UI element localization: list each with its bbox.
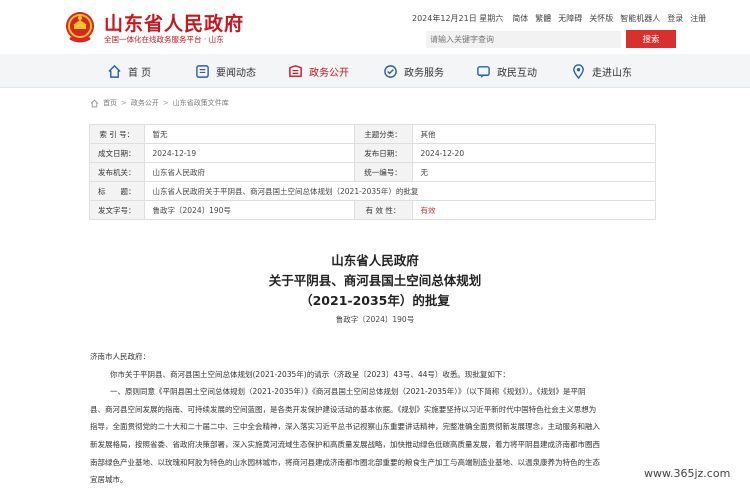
breadcrumb-separator: > xyxy=(162,99,169,107)
doc-number: 鲁政字〔2024〕190号 xyxy=(335,315,415,324)
paragraph-2-line-5: 南部绿色产业基地、以玫瑰和阿胶为特色的山水园林城市，将商河县建成济南都市圈北部重… xyxy=(90,457,600,467)
topic-value: 其他 xyxy=(411,124,656,144)
written-date-label: 成文日期： xyxy=(89,143,145,163)
unified-no-value: 无 xyxy=(411,162,656,182)
main-nav: 首 页 要闻动态 政务公开 政务服务 政民互动 走进山东 xyxy=(0,54,750,88)
link-traditional[interactable]: 繁體 xyxy=(535,13,551,24)
service-icon xyxy=(384,64,397,78)
validity-value: 有效 xyxy=(411,200,656,220)
table-row: 标 题： 山东省人民政府关于平阴县、商河县国土空间总体规划（2021-2035年… xyxy=(89,181,656,201)
nav-item-shandong[interactable]: 走进山东 xyxy=(571,54,632,88)
site-header: 山东省人民政府 全国一体化在线政务服务平台 · 山东 2024年12月21日 星… xyxy=(0,0,750,54)
link-simplified[interactable]: 简体 xyxy=(512,13,528,24)
breadcrumb-separator: > xyxy=(121,99,127,107)
unified-no-label: 统一编号： xyxy=(353,162,413,182)
nav-label: 要闻动态 xyxy=(216,67,256,79)
national-emblem-icon[interactable] xyxy=(64,10,96,44)
table-row: 发布机关： 山东省人民政府 统一编号： 无 xyxy=(89,162,656,182)
paragraph-2-line-4: 新发展格局，按照省委、省政府决策部署，深入实施黄河流域生态保护和高质量发展战略，… xyxy=(90,439,600,449)
breadcrumb-home[interactable]: 首页 xyxy=(103,98,117,108)
nav-label: 首 页 xyxy=(128,67,152,79)
nav-label: 政务服务 xyxy=(404,67,444,79)
nav-label: 政民互动 xyxy=(497,67,537,79)
paragraph-2-line-3: 指导，全面贯彻党的二十大和二十届二中、三中全会精神，深入落实习近平总书记视察山东… xyxy=(90,422,600,432)
site-subtitle: 全国一体化在线政务服务平台 · 山东 xyxy=(104,35,224,44)
nav-item-open-gov[interactable]: 政务公开 xyxy=(288,54,349,88)
link-robot[interactable]: 智能机器人 xyxy=(620,13,660,24)
table-row: 发文字号： 鲁政字〔2024〕190号 有 效 性： 有效 xyxy=(89,200,656,220)
news-icon xyxy=(196,64,209,78)
issuer-value: 山东省人民政府 xyxy=(143,162,355,182)
index-value: 暂无 xyxy=(143,124,355,144)
home-icon xyxy=(108,64,121,78)
table-row: 索 引 号： 暂无 主题分类： 其他 xyxy=(89,124,656,144)
doc-title-line-3: （2021-2035年）的批复 xyxy=(300,293,450,308)
interaction-icon xyxy=(477,65,490,78)
salutation: 济南市人民政府： xyxy=(90,352,150,361)
doc-title-line-1: 山东省人民政府 xyxy=(331,253,419,268)
validity-label: 有 效 性： xyxy=(353,200,413,220)
document-body: 济南市人民政府： 你市关于平阴县、商河县国土空间总体规划(2021-2035年)… xyxy=(90,348,662,489)
site-title[interactable]: 山东省人民政府 xyxy=(104,9,244,36)
written-date-value: 2024-12-19 xyxy=(143,143,355,163)
nav-item-service[interactable]: 政务服务 xyxy=(383,54,444,88)
home-icon xyxy=(90,98,99,107)
link-login[interactable]: 登录 xyxy=(667,13,683,24)
nav-label: 政务公开 xyxy=(309,67,349,79)
breadcrumb-policy-lib[interactable]: 山东省政策文件库 xyxy=(173,98,229,108)
publish-date-value: 2024-12-20 xyxy=(411,143,656,163)
document-meta-table: 索 引 号： 暂无 主题分类： 其他 成文日期： 2024-12-19 发布日期… xyxy=(89,124,656,220)
nav-item-interaction[interactable]: 政民互动 xyxy=(476,54,537,88)
doc-title-line-2: 关于平阴县、商河县国土空间总体规划 xyxy=(268,273,482,288)
paragraph-2-line-6: 宜居城市。 xyxy=(90,475,128,485)
search-input[interactable] xyxy=(426,31,621,48)
breadcrumb-open-gov[interactable]: 政务公开 xyxy=(131,98,159,108)
link-elder-mode[interactable]: 关怀版 xyxy=(589,13,613,24)
current-date: 2024年12月21日 星期六 xyxy=(412,14,504,23)
nav-item-home[interactable]: 首 页 xyxy=(107,54,151,88)
link-accessibility[interactable]: 无障碍 xyxy=(558,13,582,24)
index-label: 索 引 号： xyxy=(89,124,145,144)
topic-label: 主题分类： xyxy=(353,124,413,144)
paragraph-2-line-1: 一、原则同意《平阴县国土空间总体规划（2021-2035年）》《商河县国土空间总… xyxy=(110,387,586,397)
location-icon xyxy=(573,63,584,79)
open-gov-icon xyxy=(289,64,302,77)
paragraph-2-line-2: 县、商河县空间发展的指南、可持续发展的空间蓝图，是各类开发保护建设活动的基本依据… xyxy=(90,404,597,414)
top-links: 2024年12月21日 星期六 简体 繁體 无障碍 关怀版 智能机器人 登录 注… xyxy=(412,13,706,24)
doc-number-value: 鲁政字〔2024〕190号 xyxy=(143,200,355,220)
paragraph-1: 你市关于平阴县、商河县国土空间总体规划(2021-2035年)的请示（济政呈〔2… xyxy=(110,369,510,379)
nav-item-news[interactable]: 要闻动态 xyxy=(195,54,256,88)
link-register[interactable]: 注册 xyxy=(690,13,706,24)
watermark: www.365jz.com xyxy=(644,467,731,480)
breadcrumb: 首页 > 政务公开 > 山东省政策文件库 xyxy=(90,98,229,108)
issuer-label: 发布机关： xyxy=(89,162,145,182)
nav-label: 走进山东 xyxy=(592,67,632,79)
table-row: 成文日期： 2024-12-19 发布日期： 2024-12-20 xyxy=(89,143,656,163)
doc-number-label: 发文字号： xyxy=(89,200,145,220)
title-value: 山东省人民政府关于平阴县、商河县国土空间总体规划（2021-2035年）的批复 xyxy=(143,181,656,201)
search-button[interactable]: 搜索 xyxy=(626,30,676,48)
publish-date-label: 发布日期： xyxy=(353,143,413,163)
title-label: 标 题： xyxy=(89,181,145,201)
